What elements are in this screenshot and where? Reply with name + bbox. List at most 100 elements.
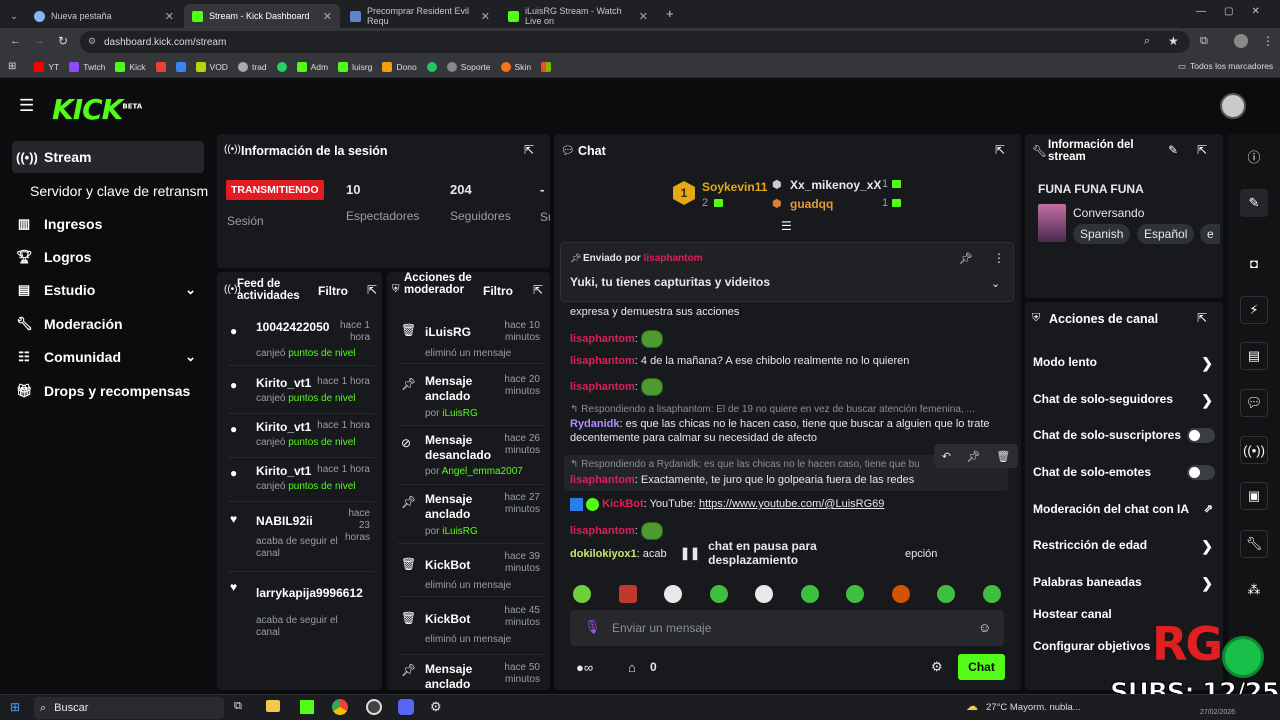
collapse-leaderboard-icon[interactable]: ☰ <box>781 219 792 233</box>
layout-icon[interactable]: ▣ <box>1240 482 1268 510</box>
reply-icon[interactable]: ↶ <box>942 450 951 463</box>
back-icon[interactable]: ← <box>10 35 21 47</box>
emote-icon[interactable] <box>755 585 773 603</box>
tag-chip[interactable]: e <box>1200 224 1220 244</box>
tag-chip[interactable]: Español <box>1137 224 1195 244</box>
age-restriction-action[interactable]: Restricción de edad ❯ <box>1033 538 1213 554</box>
store-icon[interactable]: ⌂ <box>628 660 636 675</box>
infinity-points-icon[interactable]: ●∞ <box>576 660 593 675</box>
tab-search-icon[interactable]: ⌄ <box>4 4 24 28</box>
camera-icon[interactable]: ◘ <box>1240 249 1268 277</box>
chat-bubble-icon[interactable]: 💬︎ <box>1240 389 1268 417</box>
chat-settings-icon[interactable]: ⚙ <box>931 659 943 675</box>
ai-moderation-action[interactable]: Moderación del chat con IA ⇗ <box>1033 502 1213 516</box>
sidebar-item-drops[interactable]: 🎁︎ Drops y recompensas <box>12 375 204 407</box>
bookmark-adm[interactable]: Adm <box>296 61 328 72</box>
send-chat-button[interactable]: Chat <box>958 654 1005 680</box>
zoom-icon[interactable]: ⌕ <box>1144 35 1150 48</box>
leader-name[interactable]: Soykevin11 <box>702 180 767 194</box>
emotes-only-toggle[interactable] <box>1187 465 1215 480</box>
pin-icon[interactable]: 📌︎ <box>967 450 981 463</box>
bookmark-trad[interactable]: trad <box>237 61 267 72</box>
sidebar-item-server-key[interactable]: Servidor y clave de retransm <box>26 175 216 207</box>
sidebar-item-comunidad[interactable]: ☷ Comunidad ⌄ <box>12 341 204 373</box>
expand-icon[interactable]: ⇱ <box>367 283 377 297</box>
emote-icon[interactable] <box>937 585 955 603</box>
apps-grid-icon[interactable]: ⊞ <box>8 61 16 72</box>
bookmark-gmail[interactable] <box>155 61 166 72</box>
weather-text[interactable]: 27°C Mayorm. nubla... <box>986 702 1081 713</box>
obs-icon[interactable] <box>366 699 382 715</box>
emote-icon[interactable] <box>573 585 591 603</box>
profile-avatar[interactable] <box>1234 34 1248 48</box>
edit-pencil-icon[interactable]: ✎ <box>1240 189 1268 217</box>
file-explorer-icon[interactable] <box>266 700 280 712</box>
youtube-link[interactable]: https://www.youtube.com/@LuisRG69 <box>699 498 884 510</box>
window-controls[interactable]: —▢✕ <box>1196 6 1278 17</box>
close-icon[interactable]: ✕ <box>639 10 648 23</box>
bookmark-xbox[interactable] <box>426 61 437 72</box>
tab-iluisrg-stream[interactable]: iLuisRG Stream - Watch Live on ✕ <box>500 4 656 28</box>
settings-gear-icon[interactable]: ⚙ <box>430 699 442 715</box>
bookmark-star-icon[interactable]: ★ <box>1168 34 1179 48</box>
pinned-author[interactable]: lisaphantom <box>644 253 703 264</box>
bookmark-ms[interactable] <box>541 61 552 72</box>
sidebar-item-moderacion[interactable]: 🔧︎ Moderación <box>12 308 204 340</box>
emote-icon[interactable] <box>710 585 728 603</box>
close-icon[interactable]: ✕ <box>323 10 332 23</box>
bookmark-twitch[interactable]: Twtch <box>69 61 105 72</box>
lightning-icon[interactable]: ⚡︎ <box>1240 296 1268 324</box>
notes-icon[interactable]: ▤ <box>1240 342 1268 370</box>
tag-chip[interactable]: Spanish <box>1073 224 1131 244</box>
site-info-icon[interactable]: ⚙ <box>88 36 96 47</box>
bookmark-whatsapp[interactable] <box>276 61 287 72</box>
extensions-icon[interactable]: ⧉ <box>1200 35 1208 48</box>
bookmark-vod[interactable]: VOD <box>195 61 228 72</box>
bookmark-blue[interactable] <box>175 61 186 72</box>
sidebar-item-estudio[interactable]: ▤ Estudio ⌄ <box>12 274 204 306</box>
emoji-picker-icon[interactable]: ☺ <box>978 620 991 635</box>
headset-support-icon[interactable] <box>1222 636 1264 678</box>
user-avatar[interactable] <box>1220 93 1246 119</box>
reply-context[interactable]: ↰ Respondiendo a Rydanidk: es que las ch… <box>570 458 930 472</box>
tab-new[interactable]: Nueva pestaña ✕ <box>26 4 182 28</box>
emote-icon[interactable] <box>619 585 637 603</box>
info-icon[interactable]: ⓘ <box>1240 142 1268 170</box>
close-icon[interactable]: ✕ <box>481 10 490 23</box>
feed-filter-button[interactable]: Filtro <box>318 284 348 298</box>
bookmark-luisrg[interactable]: luisrg <box>338 61 372 72</box>
emote-icon[interactable] <box>801 585 819 603</box>
emote-icon[interactable] <box>846 585 864 603</box>
pin-toggle-icon[interactable]: 📌︎ <box>959 252 973 265</box>
chat-paused-notice[interactable]: ❚❚ chat en pausa para desplazamiento <box>676 539 904 567</box>
slow-mode-action[interactable]: Modo lento ❯ <box>1033 355 1213 371</box>
bookmark-yt[interactable]: YT <box>34 61 59 72</box>
sidebar-item-ingresos[interactable]: ▥ Ingresos <box>12 208 204 240</box>
followers-only-action[interactable]: Chat de solo-seguidores ❯ <box>1033 392 1213 408</box>
sidebar-item-stream[interactable]: ((•)) Stream <box>12 141 204 173</box>
wrench-icon[interactable]: 🔧︎ <box>1240 530 1268 558</box>
mod-filter-button[interactable]: Filtro <box>483 284 513 298</box>
bookmark-skin[interactable]: Skin <box>500 61 531 72</box>
url-field[interactable]: ⚙ dashboard.kick.com/stream ⌕ ★ <box>80 31 1190 53</box>
reload-icon[interactable]: ↻ <box>58 34 68 48</box>
category-thumbnail[interactable] <box>1038 204 1066 242</box>
menu-dots-icon[interactable]: ⋮ <box>1262 34 1274 48</box>
hamburger-menu-icon[interactable]: ☰ <box>19 96 34 116</box>
broadcast-icon[interactable]: ((•)) <box>1240 436 1268 464</box>
emote-icon[interactable] <box>664 585 682 603</box>
microphone-icon[interactable]: 🎙︎ <box>584 619 601 635</box>
chat-input[interactable]: 🎙︎ Enviar un mensaje ☺ <box>570 610 1004 646</box>
chrome-icon[interactable] <box>332 699 348 715</box>
leader-name[interactable]: guadqq <box>790 197 833 211</box>
community-icon[interactable]: ⁂ <box>1240 576 1268 604</box>
expand-icon[interactable]: ⇱ <box>524 143 534 157</box>
expand-icon[interactable]: ⇱ <box>533 283 543 297</box>
taskbar-search[interactable]: ⌕ Buscar <box>34 697 224 719</box>
emote-icon[interactable] <box>983 585 1001 603</box>
forward-icon[interactable]: → <box>34 35 45 47</box>
new-tab-icon[interactable]: + <box>666 6 674 21</box>
banned-words-action[interactable]: Palabras baneadas ❯ <box>1033 575 1213 591</box>
leader-name[interactable]: Xx_mikenoy_xX <box>790 178 881 192</box>
kick-app-icon[interactable] <box>300 700 314 714</box>
